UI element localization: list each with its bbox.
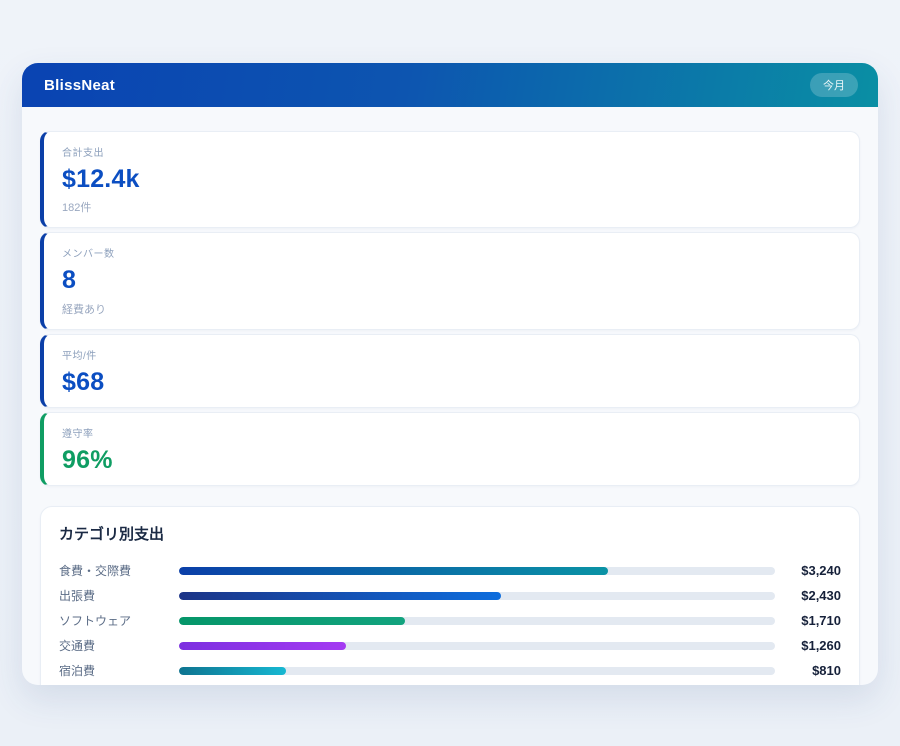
category-label: 食費・交際費 bbox=[59, 562, 179, 579]
category-label: 宿泊費 bbox=[59, 662, 179, 679]
category-label: 出張費 bbox=[59, 587, 179, 604]
category-label: 交通費 bbox=[59, 637, 179, 654]
bar-fill bbox=[179, 667, 286, 675]
category-value: $1,260 bbox=[775, 638, 841, 653]
stat-card: メンバー数 8 経費あり bbox=[40, 232, 860, 329]
category-value: $810 bbox=[775, 663, 841, 678]
category-spend-card: カテゴリ別支出 食費・交際費 $3,240 出張費 $2,430 ソフトウェア $1,71… bbox=[40, 506, 860, 685]
category-label: ソフトウェア bbox=[59, 612, 179, 629]
app-title: BlissNeat bbox=[44, 77, 115, 94]
bar-track bbox=[179, 642, 775, 650]
category-row: 交通費 $1,260 bbox=[59, 633, 841, 658]
stat-label: 合計支出 bbox=[62, 144, 841, 159]
category-value: $3,240 bbox=[775, 563, 841, 578]
stat-value: $68 bbox=[62, 369, 841, 395]
category-row: ソフトウェア $1,710 bbox=[59, 608, 841, 633]
category-value: $1,710 bbox=[775, 613, 841, 628]
dashboard-body: 合計支出 $12.4k 182件メンバー数 8 経費あり平均/件 $68 遵守率 96% カテ… bbox=[22, 107, 878, 685]
stats-list: 合計支出 $12.4k 182件メンバー数 8 経費あり平均/件 $68 遵守率 96% bbox=[40, 131, 860, 486]
bar-fill bbox=[179, 617, 405, 625]
category-row: 宿泊費 $810 bbox=[59, 658, 841, 683]
stat-label: メンバー数 bbox=[62, 245, 841, 260]
category-row: 出張費 $2,430 bbox=[59, 583, 841, 608]
bar-fill bbox=[179, 592, 501, 600]
category-bar-chart: 食費・交際費 $3,240 出張費 $2,430 ソフトウェア $1,710 交通費 $1,2… bbox=[59, 558, 841, 683]
category-chart-title: カテゴリ別支出 bbox=[59, 523, 841, 544]
stat-label: 遵守率 bbox=[62, 425, 841, 440]
bar-track bbox=[179, 617, 775, 625]
stat-value: $12.4k bbox=[62, 166, 841, 192]
stat-subtext: 182件 bbox=[62, 199, 841, 215]
bar-track bbox=[179, 567, 775, 575]
category-row: 食費・交際費 $3,240 bbox=[59, 558, 841, 583]
stat-value: 8 bbox=[62, 267, 841, 293]
stat-card: 合計支出 $12.4k 182件 bbox=[40, 131, 860, 228]
period-badge[interactable]: 今月 bbox=[810, 73, 858, 97]
bar-fill bbox=[179, 567, 608, 575]
app-header: BlissNeat 今月 bbox=[22, 63, 878, 107]
category-value: $2,430 bbox=[775, 588, 841, 603]
dashboard-panel: BlissNeat 今月 合計支出 $12.4k 182件メンバー数 8 経費あり平均/… bbox=[22, 63, 878, 685]
bar-fill bbox=[179, 642, 346, 650]
bar-track bbox=[179, 592, 775, 600]
stat-label: 平均/件 bbox=[62, 347, 841, 362]
stat-card: 平均/件 $68 bbox=[40, 334, 860, 408]
stat-card: 遵守率 96% bbox=[40, 412, 860, 486]
stat-value: 96% bbox=[62, 447, 841, 473]
bar-track bbox=[179, 667, 775, 675]
stat-subtext: 経費あり bbox=[62, 301, 841, 317]
